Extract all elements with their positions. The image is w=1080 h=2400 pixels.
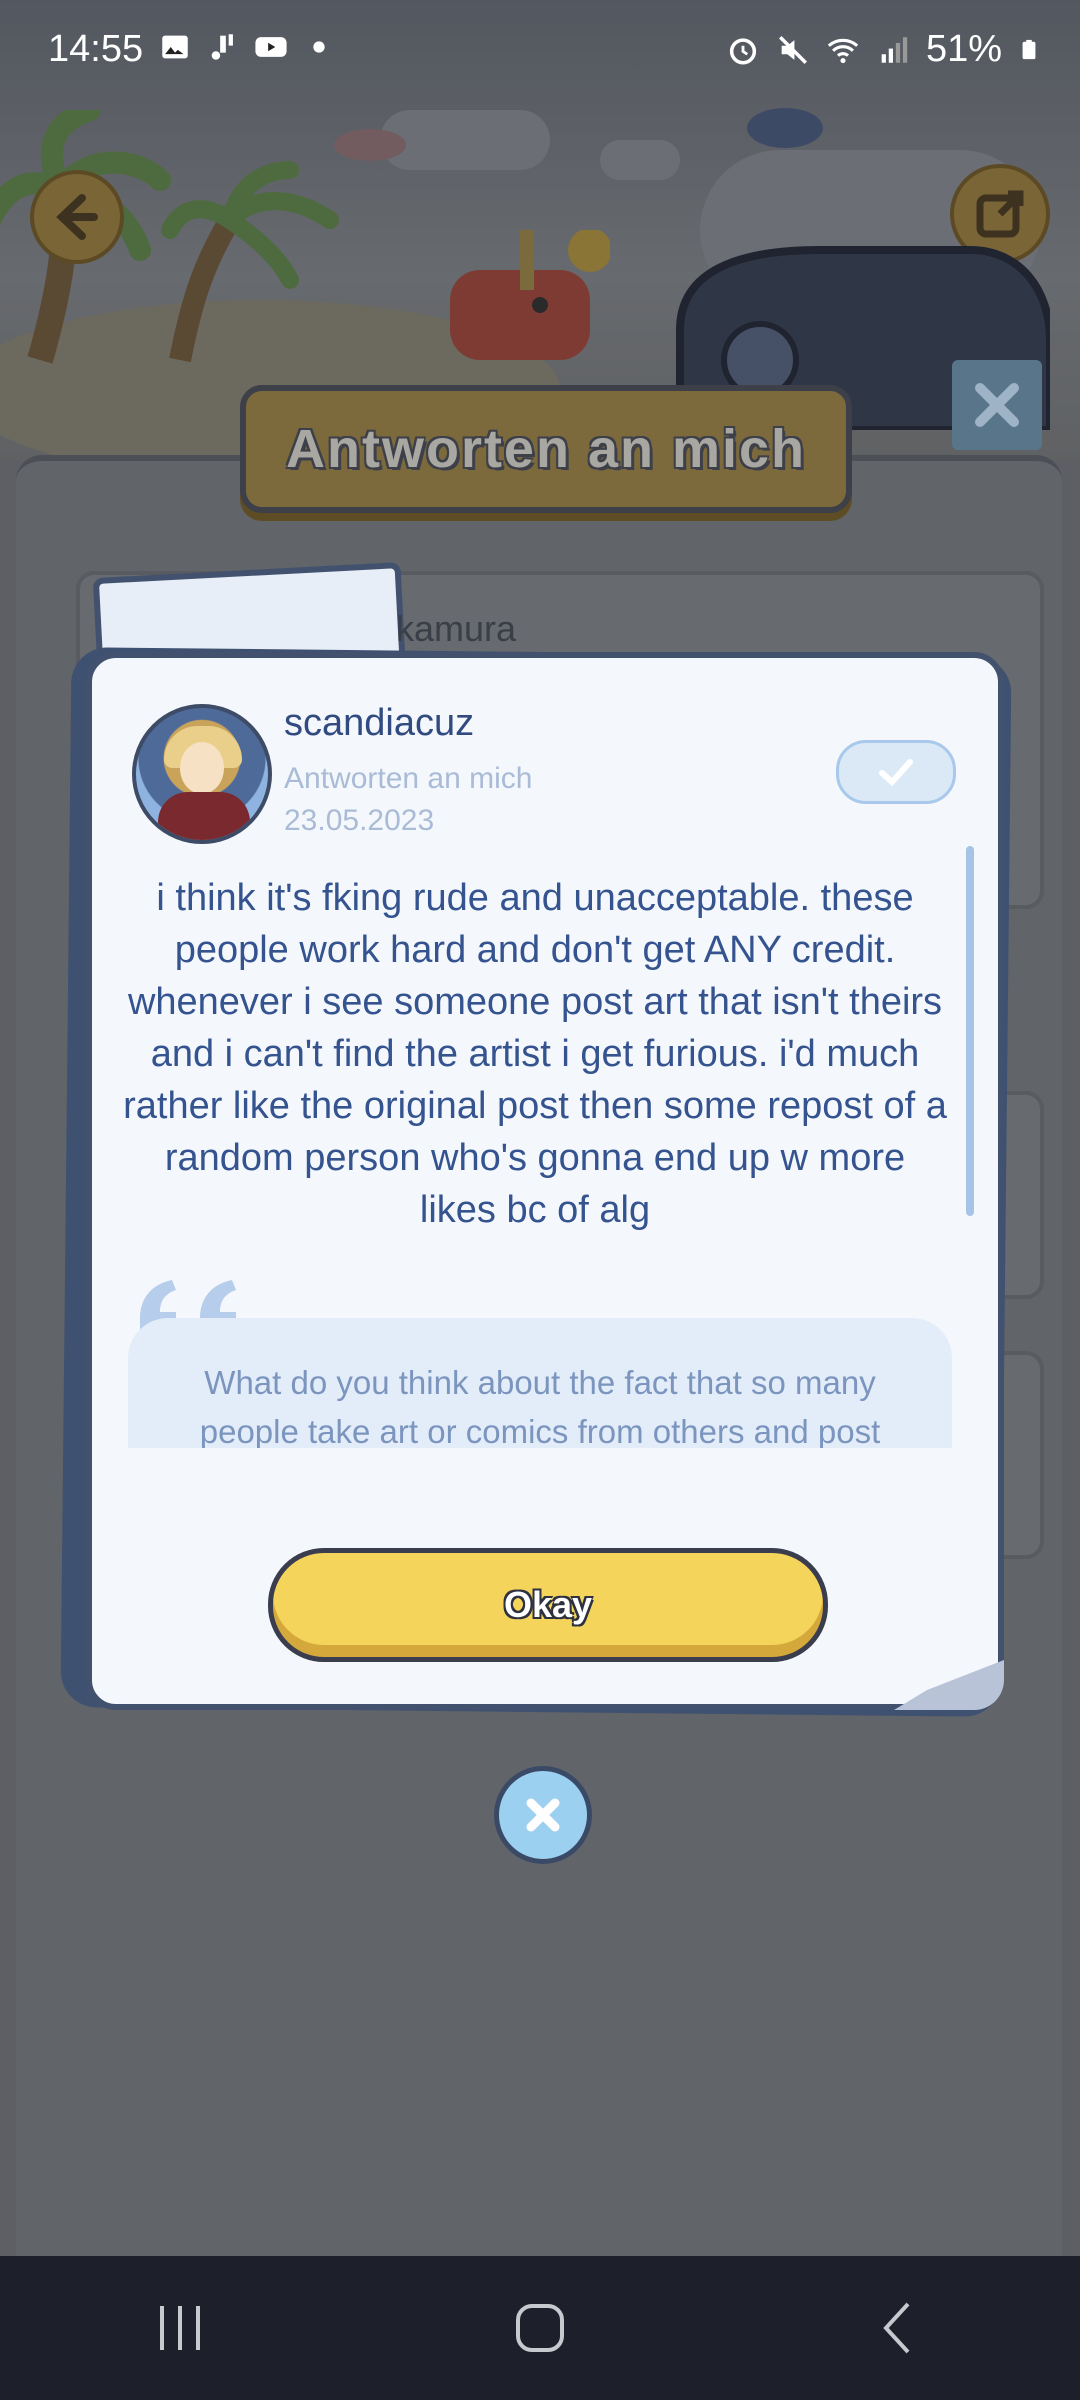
- battery-percent: 51%: [925, 28, 1002, 70]
- reply-subtitle: Antworten an mich: [284, 762, 533, 795]
- reply-message: i think it's fking rude and unacceptable…: [123, 877, 947, 1231]
- notification-icon: [211, 34, 233, 60]
- panel-title: Antworten an mich: [285, 419, 807, 479]
- list-item-name: kamura: [396, 608, 517, 649]
- quoted-post: What do you think about the fact that so…: [128, 1318, 952, 1448]
- dot-icon: [313, 41, 325, 53]
- panel-title-badge: Antworten an mich: [240, 385, 852, 513]
- back-arrow-icon: [56, 194, 98, 240]
- recent-apps-button[interactable]: [100, 2278, 260, 2378]
- close-dialog-button[interactable]: [494, 1766, 592, 1864]
- username: scandiacuz: [284, 702, 475, 744]
- check-button[interactable]: [836, 740, 956, 804]
- okay-button-label: Okay: [503, 1584, 593, 1625]
- mailbox-icon: [450, 230, 610, 360]
- avatar: [132, 704, 272, 844]
- close-panel-button[interactable]: [952, 360, 1042, 450]
- gallery-icon: [162, 35, 188, 59]
- signal-icon: [881, 36, 908, 63]
- close-icon: [526, 1798, 560, 1832]
- quoted-post-text: What do you think about the fact that so…: [199, 1364, 881, 1448]
- scrollbar[interactable]: [966, 846, 974, 1216]
- youtube-icon: [255, 37, 287, 57]
- recent-apps-icon: [160, 2306, 200, 2350]
- home-button[interactable]: [460, 2278, 620, 2378]
- page-curl: [894, 1660, 1004, 1710]
- back-chevron-icon: [883, 2302, 910, 2354]
- wifi-icon: [827, 38, 859, 63]
- system-navigation-bar: [0, 2256, 1080, 2400]
- status-bar: 14:55 51%: [0, 0, 1080, 100]
- blimp-icon: [747, 108, 823, 148]
- close-icon: [975, 383, 1019, 427]
- reply-date: 23.05.2023: [284, 804, 435, 837]
- alarm-icon: [729, 37, 757, 65]
- okay-button[interactable]: Okay: [268, 1548, 828, 1662]
- checkmark-icon: [879, 759, 913, 787]
- blimp-icon: [334, 129, 406, 161]
- home-icon: [516, 2304, 564, 2352]
- back-button[interactable]: [30, 170, 124, 264]
- reply-dialog: scandiacuz Antworten an mich 23.05.2023 …: [86, 652, 1004, 1710]
- status-time: 14:55: [48, 28, 144, 70]
- battery-icon: [1022, 39, 1036, 59]
- mute-icon: [778, 35, 807, 64]
- back-nav-button[interactable]: [820, 2278, 980, 2378]
